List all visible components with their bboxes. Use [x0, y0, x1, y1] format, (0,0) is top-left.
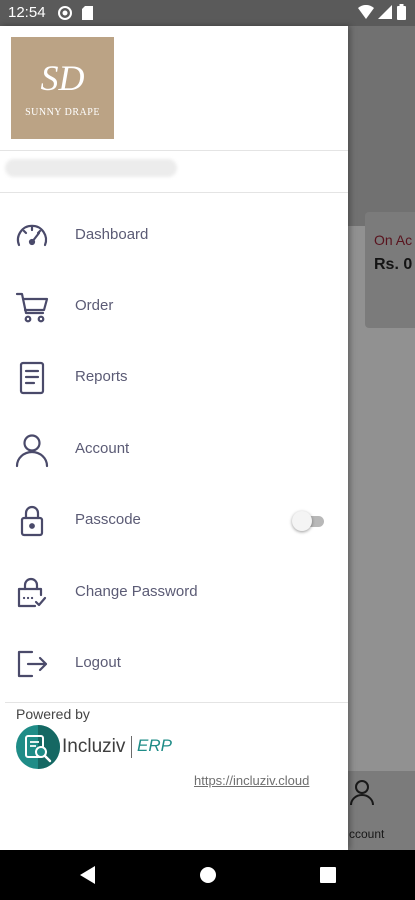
- menu-item-label: Dashboard: [75, 226, 149, 243]
- status-bar: 12:54: [0, 0, 415, 26]
- menu-item-label: Order: [75, 297, 114, 314]
- logo-text: SUNNY DRAPE: [25, 107, 100, 118]
- powered-by-label: Powered by: [16, 706, 90, 722]
- footer-divider: [5, 702, 348, 703]
- sunny-drape-logo: SD SUNNY DRAPE: [11, 37, 114, 139]
- menu-item-account[interactable]: Account: [0, 420, 348, 480]
- product-name: Incluziv: [62, 736, 126, 757]
- lock-check-icon: [14, 575, 50, 611]
- wifi-icon: [358, 4, 374, 23]
- menu-item-reports[interactable]: Reports: [0, 348, 348, 408]
- user-name-blurred: [5, 159, 177, 177]
- passcode-toggle[interactable]: [292, 511, 326, 531]
- menu-item-passcode[interactable]: Passcode: [0, 491, 348, 551]
- cart-icon: [14, 289, 50, 325]
- sd-card-icon: [82, 6, 93, 24]
- document-icon: [14, 360, 50, 396]
- recents-icon[interactable]: [319, 865, 337, 890]
- home-icon[interactable]: [199, 865, 217, 890]
- menu-item-logout[interactable]: Logout: [0, 634, 348, 694]
- lock-icon: [14, 503, 50, 539]
- header-divider: [0, 150, 348, 151]
- product-suffix: ERP: [137, 736, 172, 755]
- menu-item-label: Logout: [75, 654, 121, 671]
- user-divider: [0, 192, 348, 193]
- logo-monogram: SD: [40, 58, 85, 98]
- user-icon: [14, 432, 50, 468]
- menu-item-order[interactable]: Order: [0, 277, 348, 337]
- menu-item-label: Reports: [75, 368, 128, 385]
- battery-icon: [397, 4, 406, 24]
- website-link[interactable]: https://incluziv.cloud: [194, 773, 309, 788]
- product-separator: [131, 736, 132, 758]
- data-saver-icon: [58, 6, 72, 24]
- navigation-drawer: SD SUNNY DRAPE Dashboard Order Reports A…: [0, 26, 348, 850]
- toggle-thumb: [292, 511, 312, 531]
- menu-item-label: Passcode: [75, 511, 141, 528]
- logout-icon: [14, 646, 50, 682]
- menu-item-change-password[interactable]: Change Password: [0, 563, 348, 623]
- status-time: 12:54: [8, 4, 46, 21]
- menu-item-label: Change Password: [75, 583, 198, 600]
- menu-item-dashboard[interactable]: Dashboard: [0, 206, 348, 266]
- signal-icon: [378, 5, 392, 23]
- speedometer-icon: [14, 218, 50, 254]
- incluziv-logo-icon: [16, 725, 60, 769]
- menu-item-label: Account: [75, 440, 130, 457]
- back-icon[interactable]: [79, 865, 97, 890]
- system-navigation-bar: [0, 850, 415, 900]
